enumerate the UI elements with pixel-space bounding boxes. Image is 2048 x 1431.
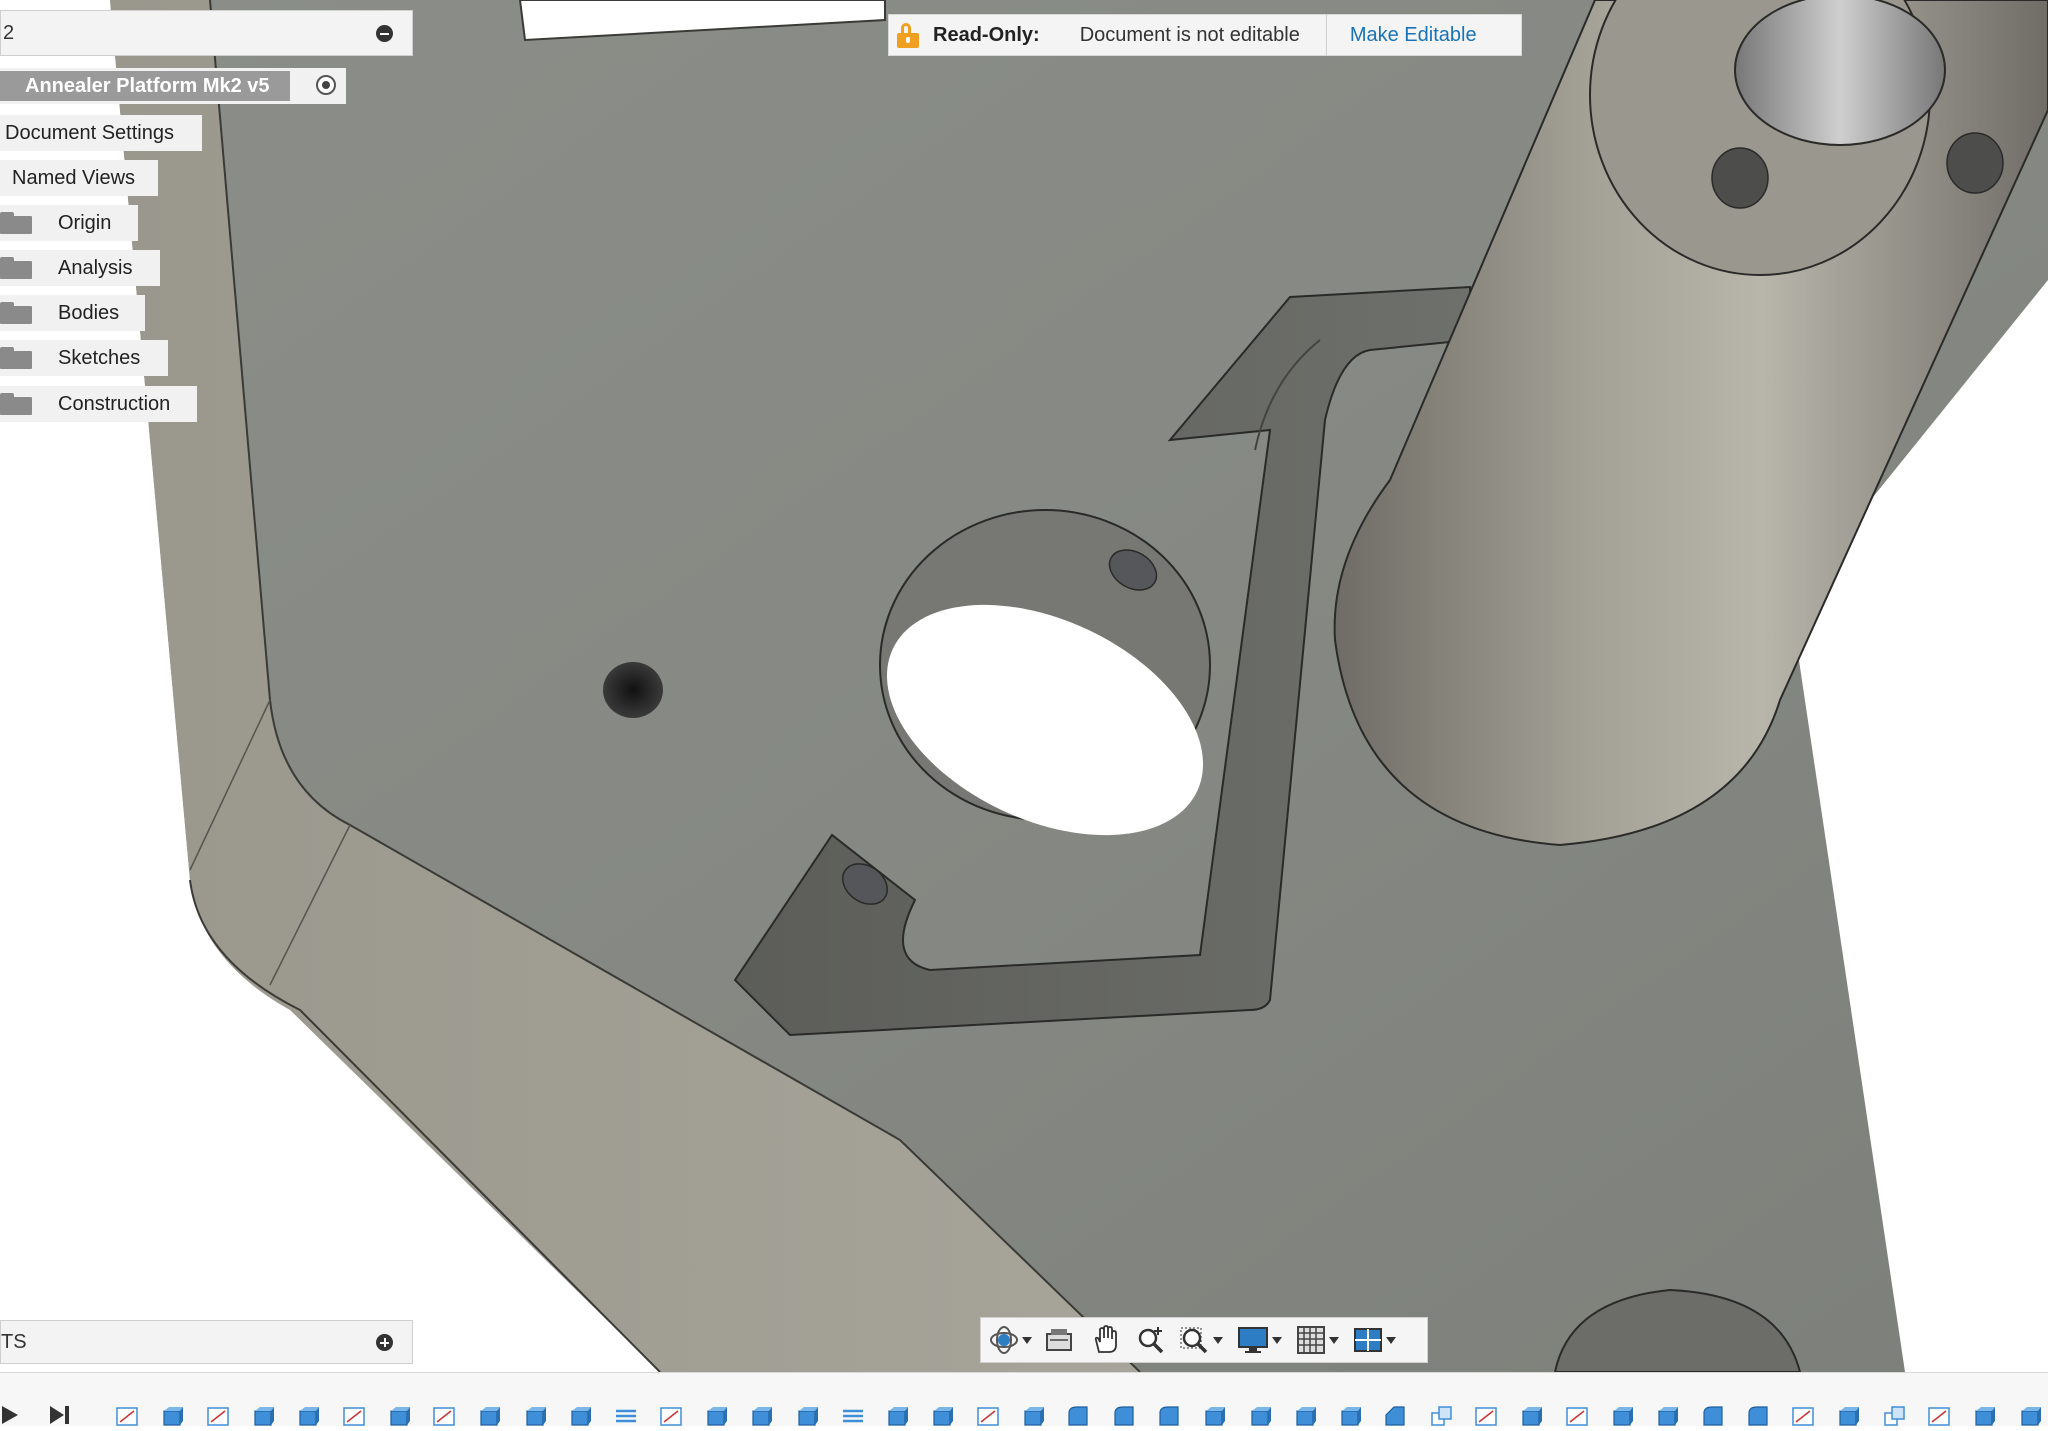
browser-item-sketches[interactable]: Sketches xyxy=(0,340,168,376)
zoom-window-icon[interactable] xyxy=(1180,1323,1223,1357)
timeline-fillet-icon[interactable] xyxy=(1113,1405,1137,1426)
timeline-sketch-icon[interactable] xyxy=(1565,1405,1590,1426)
timeline-sketch-icon[interactable] xyxy=(1792,1405,1816,1426)
folder-icon xyxy=(0,347,32,369)
timeline-extrude-icon[interactable] xyxy=(1022,1405,1046,1426)
timeline-pattern-icon[interactable] xyxy=(841,1405,865,1426)
browser-item-bodies[interactable]: Bodies xyxy=(0,295,145,331)
readonly-message: Document is not editable xyxy=(1079,23,1300,46)
collapse-browser-icon[interactable] xyxy=(376,25,393,42)
timeline-extrude-icon[interactable] xyxy=(886,1405,910,1426)
timeline-bar xyxy=(0,1372,2048,1426)
timeline-extrude-icon[interactable] xyxy=(388,1405,412,1426)
grid-icon[interactable] xyxy=(1296,1323,1339,1357)
display-settings-icon[interactable] xyxy=(1237,1323,1282,1357)
timeline-sketch-icon[interactable] xyxy=(342,1405,367,1426)
make-editable-button[interactable]: Make Editable xyxy=(1327,24,1477,47)
browser-item-named-views[interactable]: Named Views xyxy=(0,160,158,196)
timeline-extrude-icon[interactable] xyxy=(2019,1405,2043,1426)
browser-item-construction[interactable]: Construction xyxy=(0,386,197,422)
timeline-extrude-icon[interactable] xyxy=(297,1405,321,1426)
browser-item-analysis[interactable]: Analysis xyxy=(0,250,160,286)
timeline-extrude-icon[interactable] xyxy=(569,1405,593,1426)
timeline-combine-icon[interactable] xyxy=(1430,1405,1454,1426)
timeline-sketch-icon[interactable] xyxy=(206,1405,231,1426)
timeline-chamfer-icon[interactable] xyxy=(1384,1405,1408,1426)
canvas-viewport[interactable]: 2 Annealer Platform Mk2 v5 Document Sett… xyxy=(0,0,2048,1372)
timeline-extrude-icon[interactable] xyxy=(1656,1405,1680,1426)
browser-item-label: Construction xyxy=(58,392,171,415)
browser-item-label: Document Settings xyxy=(5,121,174,144)
root-component-name: Annealer Platform Mk2 v5 xyxy=(0,71,290,101)
lock-icon xyxy=(897,23,919,48)
timeline-extrude-icon[interactable] xyxy=(931,1405,955,1426)
folder-icon xyxy=(0,393,32,415)
browser-item-document-settings[interactable]: Document Settings xyxy=(0,115,202,151)
timeline-sketch-icon[interactable] xyxy=(433,1405,457,1426)
browser-item-label: Sketches xyxy=(58,346,141,369)
timeline-extrude-icon[interactable] xyxy=(478,1405,502,1426)
step-end-icon[interactable] xyxy=(48,1404,72,1426)
timeline-extrude-icon[interactable] xyxy=(524,1405,548,1426)
timeline-extrude-icon[interactable] xyxy=(1611,1405,1635,1426)
timeline-extrude-icon[interactable] xyxy=(1837,1405,1861,1426)
play-icon[interactable] xyxy=(0,1404,22,1426)
timeline-extrude-icon[interactable] xyxy=(1203,1405,1227,1426)
zoom-icon[interactable] xyxy=(1136,1323,1166,1357)
timeline-extrude-icon[interactable] xyxy=(161,1405,185,1426)
timeline-sketch-icon[interactable] xyxy=(1475,1405,1499,1426)
folder-icon xyxy=(0,302,32,324)
browser-item-label: Named Views xyxy=(12,166,136,189)
timeline-extrude-icon[interactable] xyxy=(1249,1405,1273,1426)
browser-item-origin[interactable]: Origin xyxy=(0,205,138,241)
timeline-fillet-icon[interactable] xyxy=(1747,1405,1771,1426)
timeline-extrude-icon[interactable] xyxy=(252,1405,276,1426)
browser-panel-header[interactable]: 2 xyxy=(0,10,413,56)
timeline-combine-icon[interactable] xyxy=(1883,1405,1907,1426)
timeline-sketch-icon[interactable] xyxy=(116,1405,140,1426)
timeline-fillet-icon[interactable] xyxy=(1067,1405,1091,1426)
timeline-fillet-icon[interactable] xyxy=(1702,1405,1726,1426)
folder-icon xyxy=(0,212,32,234)
comments-panel-header[interactable]: TS xyxy=(0,1320,413,1364)
timeline-extrude-icon[interactable] xyxy=(1339,1405,1363,1426)
timeline-sketch-icon[interactable] xyxy=(659,1405,684,1426)
pan-icon[interactable] xyxy=(1090,1323,1120,1357)
readonly-banner: Read-Only: Document is not editable Make… xyxy=(888,14,1522,56)
timeline-extrude-icon[interactable] xyxy=(796,1405,820,1426)
browser-title: 2 xyxy=(3,21,15,44)
browser-root-node[interactable]: Annealer Platform Mk2 v5 xyxy=(0,68,346,104)
activate-component-icon[interactable] xyxy=(316,75,336,95)
timeline-sketch-icon[interactable] xyxy=(976,1405,1001,1426)
expand-comments-icon[interactable] xyxy=(376,1334,393,1351)
timeline-extrude-icon[interactable] xyxy=(750,1405,774,1426)
browser-item-label: Bodies xyxy=(58,301,120,324)
model-render xyxy=(110,0,2048,1372)
readonly-title: Read-Only: xyxy=(933,23,1040,46)
timeline-extrude-icon[interactable] xyxy=(1520,1405,1544,1426)
timeline-pattern-icon[interactable] xyxy=(614,1405,638,1426)
timeline-sketch-icon[interactable] xyxy=(1928,1405,1952,1426)
viewports-icon[interactable] xyxy=(1353,1323,1396,1357)
navigation-toolbar xyxy=(980,1317,1428,1363)
orbit-icon[interactable] xyxy=(989,1323,1032,1357)
timeline-extrude-icon[interactable] xyxy=(1294,1405,1318,1426)
comments-title: TS xyxy=(1,1330,27,1353)
timeline-extrude-icon[interactable] xyxy=(705,1405,729,1426)
browser-item-label: Analysis xyxy=(58,256,133,279)
browser-item-label: Origin xyxy=(58,211,112,234)
timeline-extrude-icon[interactable] xyxy=(1973,1405,1997,1426)
look-at-icon[interactable] xyxy=(1044,1323,1074,1357)
folder-icon xyxy=(0,257,32,279)
timeline-fillet-icon[interactable] xyxy=(1158,1405,1182,1426)
